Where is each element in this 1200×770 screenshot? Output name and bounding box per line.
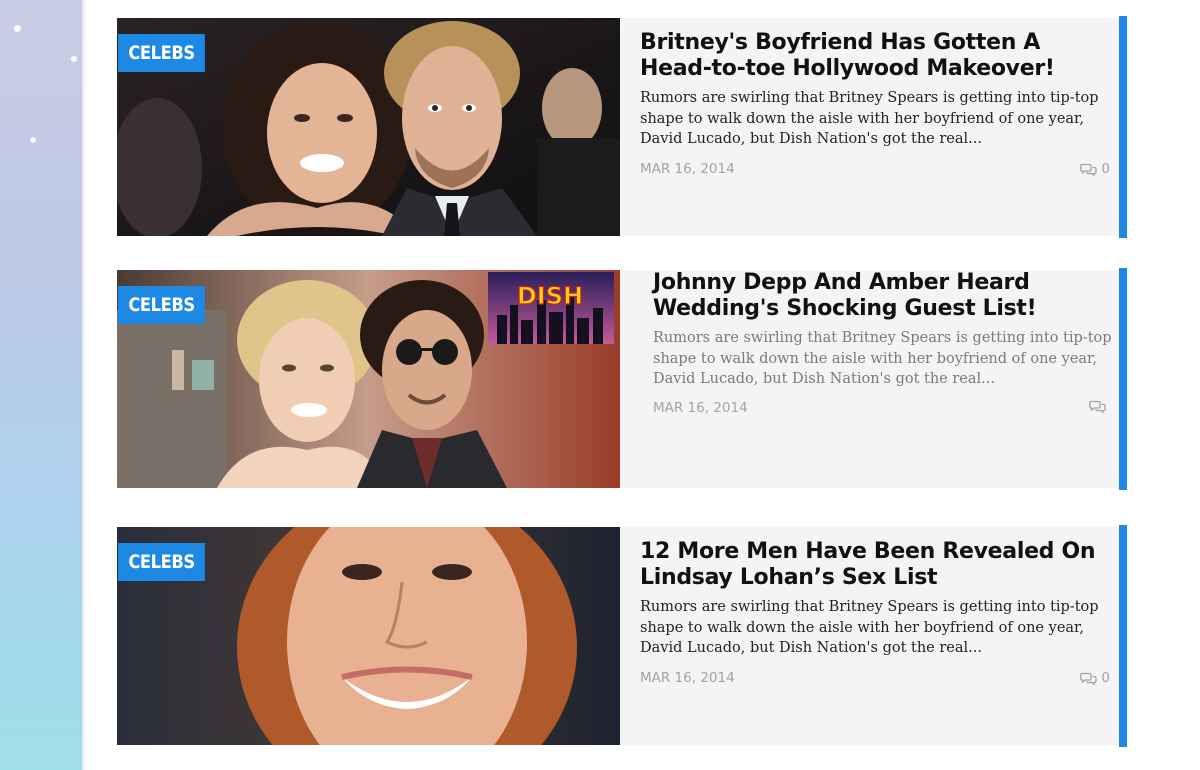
decorative-dot (14, 25, 21, 32)
accent-bar (1119, 268, 1127, 490)
post-title[interactable]: Johnny Depp And Amber Heard Wedding's Sh… (653, 270, 1123, 322)
dish-logo: DISH (517, 282, 583, 310)
speech-bubbles-icon (1080, 672, 1098, 685)
accent-bar (1119, 525, 1127, 747)
post-date: MAR 16, 2014 (640, 161, 735, 177)
comment-count: 0 (1101, 670, 1110, 686)
speech-bubbles-icon (1080, 163, 1098, 176)
post-thumbnail[interactable]: DISH CELEBS (117, 270, 620, 488)
post-excerpt: Rumors are swirling that Britney Spears … (653, 330, 1112, 387)
post-date: MAR 16, 2014 (640, 670, 735, 686)
post-meta: MAR 16, 2014 0 (640, 161, 1110, 181)
comment-count: 0 (1101, 161, 1110, 177)
post-card[interactable]: CELEBS 12 More Men Have Been Revealed On… (117, 525, 1127, 747)
speech-bubbles-icon (1089, 400, 1106, 413)
post-excerpt: Rumors are swirling that Britney Spears … (640, 90, 1099, 147)
post-thumbnail[interactable]: CELEBS (117, 527, 620, 745)
post-meta: MAR 16, 2014 0 (640, 670, 1110, 690)
comments-link[interactable]: 0 (1080, 670, 1110, 686)
comments-link[interactable]: 0 (1080, 161, 1110, 177)
post-meta: MAR 16, 2014 (653, 400, 1110, 420)
post-excerpt: Rumors are swirling that Britney Spears … (640, 599, 1099, 656)
accent-bar (1119, 16, 1127, 238)
category-tag[interactable]: CELEBS (118, 34, 206, 72)
post-content: Johnny Depp And Amber Heard Wedding's Sh… (653, 270, 1123, 390)
content-edge-shadow (82, 0, 86, 770)
decorative-dot (71, 56, 77, 62)
post-title[interactable]: Britney's Boyfriend Has Gotten A Head-to… (640, 30, 1110, 82)
decorative-dot (30, 137, 36, 143)
post-content: Britney's Boyfriend Has Gotten A Head-to… (640, 30, 1110, 150)
post-date: MAR 16, 2014 (653, 400, 748, 416)
post-thumbnail[interactable]: CELEBS (117, 18, 620, 236)
post-content: 12 More Men Have Been Revealed On Lindsa… (640, 539, 1110, 659)
post-title[interactable]: 12 More Men Have Been Revealed On Lindsa… (640, 539, 1110, 591)
category-tag[interactable]: CELEBS (118, 286, 206, 324)
category-tag[interactable]: CELEBS (118, 543, 206, 581)
sidebar-background (0, 0, 82, 770)
post-card[interactable]: CELEBS Britney's Boyfriend Has Gotten A … (117, 16, 1127, 238)
post-card[interactable]: DISH CELEBS Johnny Depp And Amber Heard … (117, 268, 1127, 490)
comments-link[interactable] (1089, 400, 1110, 413)
